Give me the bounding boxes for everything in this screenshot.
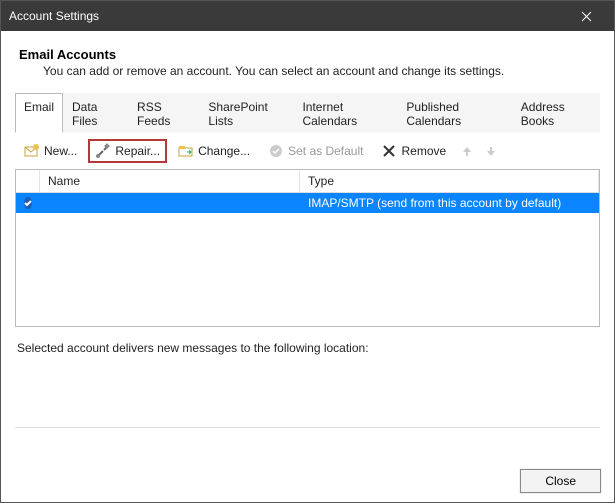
account-type-cell: IMAP/SMTP (send from this account by def… [300,194,599,212]
titlebar: Account Settings [1,1,614,31]
repair-button[interactable]: Repair... [88,139,167,163]
tab-rss-feeds[interactable]: RSS Feeds [128,93,199,133]
tab-internet-calendars[interactable]: Internet Calendars [293,93,397,133]
change-label: Change... [198,144,250,158]
close-icon [581,11,592,22]
page-title: Email Accounts [19,47,600,62]
tools-icon [95,143,111,159]
remove-x-icon [381,143,397,159]
remove-button[interactable]: Remove [374,139,453,163]
tab-email[interactable]: Email [15,93,63,133]
set-default-label: Set as Default [288,144,363,158]
folder-change-icon [178,143,194,159]
default-account-indicator [16,195,40,211]
tab-published-calendars[interactable]: Published Calendars [397,93,511,133]
remove-label: Remove [401,144,446,158]
tab-sharepoint-lists[interactable]: SharePoint Lists [199,93,293,133]
set-default-button: Set as Default [261,139,370,163]
move-up-button [457,145,477,157]
window-close-button[interactable] [566,1,606,31]
col-type[interactable]: Type [300,170,599,192]
repair-label: Repair... [115,144,160,158]
divider [15,427,600,428]
toolbar: New... Repair... Change... Set as Defaul… [15,133,600,169]
envelope-new-icon [24,143,40,159]
list-header: Name Type [16,170,599,193]
col-icon [16,170,40,192]
new-button[interactable]: New... [17,139,84,163]
arrow-up-icon [461,145,473,157]
tab-data-files[interactable]: Data Files [63,93,128,133]
window-title: Account Settings [9,9,99,23]
account-row[interactable]: IMAP/SMTP (send from this account by def… [16,193,599,213]
accounts-list[interactable]: Name Type IMAP/SMTP (send from this acco… [15,169,600,327]
page-description: You can add or remove an account. You ca… [43,64,600,78]
location-text: Selected account delivers new messages t… [17,341,598,355]
footer: Close [520,469,601,493]
check-circle-icon [24,197,32,209]
tab-address-books[interactable]: Address Books [512,93,600,133]
col-name[interactable]: Name [40,170,300,192]
tab-strip: Email Data Files RSS Feeds SharePoint Li… [15,92,600,133]
close-button[interactable]: Close [520,469,601,493]
check-circle-icon [268,143,284,159]
move-down-button [481,145,501,157]
change-button[interactable]: Change... [171,139,257,163]
arrow-down-icon [485,145,497,157]
account-name-cell [40,201,300,205]
new-label: New... [44,144,77,158]
